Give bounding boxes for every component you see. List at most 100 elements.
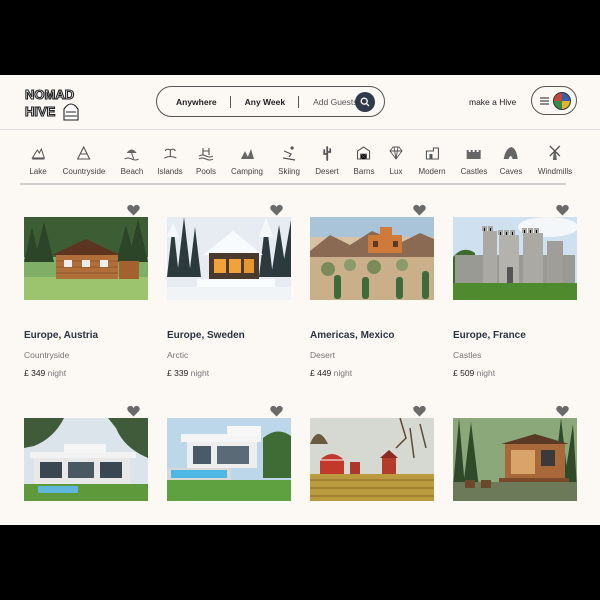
category-lux[interactable]: Lux <box>388 145 404 176</box>
desert-icon <box>319 145 335 161</box>
category-islands[interactable]: Islands <box>157 145 183 176</box>
category-label: Islands <box>157 167 183 176</box>
listing-card[interactable] <box>453 418 577 501</box>
listing-photo[interactable] <box>310 418 434 501</box>
favorite-heart-icon[interactable] <box>270 204 283 216</box>
pools-icon <box>198 145 214 161</box>
listing-price-amount: £ 509 <box>453 368 475 378</box>
listing-price: £ 339 night <box>167 368 209 378</box>
category-label: Lake <box>29 167 47 176</box>
islands-icon <box>162 145 178 161</box>
barns-icon <box>356 145 372 161</box>
favorite-heart-icon[interactable] <box>556 204 569 216</box>
category-label: Countryside <box>62 167 106 176</box>
search-button[interactable] <box>355 92 375 112</box>
listing-photo[interactable] <box>453 418 577 501</box>
listing-location: Americas, Mexico <box>310 330 395 341</box>
search-icon <box>360 97 370 107</box>
listing-card[interactable] <box>310 418 434 501</box>
listing-price: £ 349 night <box>24 368 66 378</box>
listing-photo[interactable] <box>167 217 291 300</box>
listing-card[interactable]: Europe, Sweden Arctic £ 339 night <box>167 217 291 378</box>
category-barns[interactable]: Barns <box>354 145 374 176</box>
listing-photo[interactable] <box>167 418 291 501</box>
listing-card[interactable]: Europe, Austria Countryside £ 349 night <box>24 217 148 378</box>
listing-location: Europe, France <box>453 330 526 341</box>
category-label: Caves <box>499 167 523 176</box>
category-pools[interactable]: Pools <box>196 145 216 176</box>
listing-price-amount: £ 339 <box>167 368 189 378</box>
listing-photo[interactable] <box>453 217 577 300</box>
svg-text:HIVE: HIVE <box>25 104 56 119</box>
castles-icon <box>466 145 482 161</box>
listing-price-unit: night <box>190 368 210 378</box>
modern-icon <box>424 145 440 161</box>
search-guests[interactable]: Add Guests <box>313 97 357 107</box>
listing-price-amount: £ 449 <box>310 368 332 378</box>
favorite-heart-icon[interactable] <box>413 405 426 417</box>
category-skiing[interactable]: Skiing <box>278 145 300 176</box>
category-scrollbar[interactable] <box>20 183 566 185</box>
listing-location: Europe, Austria <box>24 330 99 341</box>
avatar <box>553 91 571 110</box>
listing-photo[interactable] <box>24 217 148 300</box>
category-label: Pools <box>195 167 217 176</box>
category-label: Desert <box>315 167 339 176</box>
listing-card[interactable] <box>167 418 291 501</box>
favorite-heart-icon[interactable] <box>556 405 569 417</box>
listing-price-unit: night <box>476 368 496 378</box>
listing-category: Arctic <box>167 350 189 360</box>
listing-price-amount: £ 349 <box>24 368 46 378</box>
category-camping[interactable]: Camping <box>231 145 263 176</box>
category-windmills[interactable]: Windmills <box>538 145 572 176</box>
listing-location: Europe, Sweden <box>167 330 245 341</box>
listing-photo[interactable] <box>24 418 148 501</box>
category-lake[interactable]: Lake <box>29 145 47 176</box>
search-bar[interactable]: Anywhere Any Week Add Guests <box>156 86 385 117</box>
countryside-icon <box>76 145 92 161</box>
category-label: Modern <box>418 167 446 176</box>
nomad-hive-logo[interactable]: NOMAD HIVE <box>24 84 84 122</box>
category-caves[interactable]: Caves <box>499 145 523 176</box>
favorite-heart-icon[interactable] <box>413 204 426 216</box>
search-when[interactable]: Any Week <box>245 97 285 107</box>
listing-card[interactable]: Americas, Mexico Desert £ 449 night <box>310 217 434 378</box>
make-a-hive-link[interactable]: make a Hive <box>469 97 516 107</box>
category-label: Windmills <box>537 167 573 176</box>
listing-card[interactable]: Europe, France Castles £ 509 night <box>453 217 577 378</box>
listing-category: Countryside <box>24 350 70 360</box>
user-menu-button[interactable] <box>531 86 577 115</box>
category-beach[interactable]: Beach <box>120 145 144 176</box>
category-label: Camping <box>230 167 264 176</box>
category-bar: Lake Countryside Beach Islands Pools Cam… <box>20 145 580 183</box>
top-header: NOMAD HIVE Anywhere Any Week Add Guests … <box>0 75 600 130</box>
category-countryside[interactable]: Countryside <box>62 145 106 176</box>
lux-icon <box>388 145 404 161</box>
listing-category: Castles <box>453 350 482 360</box>
listing-category: Desert <box>310 350 336 360</box>
category-modern[interactable]: Modern <box>418 145 446 176</box>
caves-icon <box>503 145 519 161</box>
favorite-heart-icon[interactable] <box>127 405 140 417</box>
listing-price: £ 449 night <box>310 368 352 378</box>
category-label: Skiing <box>278 167 300 176</box>
skiing-icon <box>281 145 297 161</box>
svg-text:NOMAD: NOMAD <box>25 87 74 102</box>
favorite-heart-icon[interactable] <box>127 204 140 216</box>
windmills-icon <box>547 145 563 161</box>
favorite-heart-icon[interactable] <box>270 405 283 417</box>
menu-icon <box>540 96 549 105</box>
search-divider <box>298 95 300 108</box>
listing-card[interactable] <box>24 418 148 501</box>
category-label: Lux <box>389 167 403 176</box>
listing-photo[interactable] <box>310 217 434 300</box>
search-divider <box>229 95 231 108</box>
category-label: Beach <box>120 167 144 176</box>
search-where[interactable]: Anywhere <box>176 97 217 107</box>
listing-price-unit: night <box>47 368 67 378</box>
listing-price-unit: night <box>333 368 353 378</box>
category-label: Castles <box>460 167 488 176</box>
category-desert[interactable]: Desert <box>315 145 339 176</box>
category-castles[interactable]: Castles <box>460 145 488 176</box>
beach-icon <box>124 145 140 161</box>
